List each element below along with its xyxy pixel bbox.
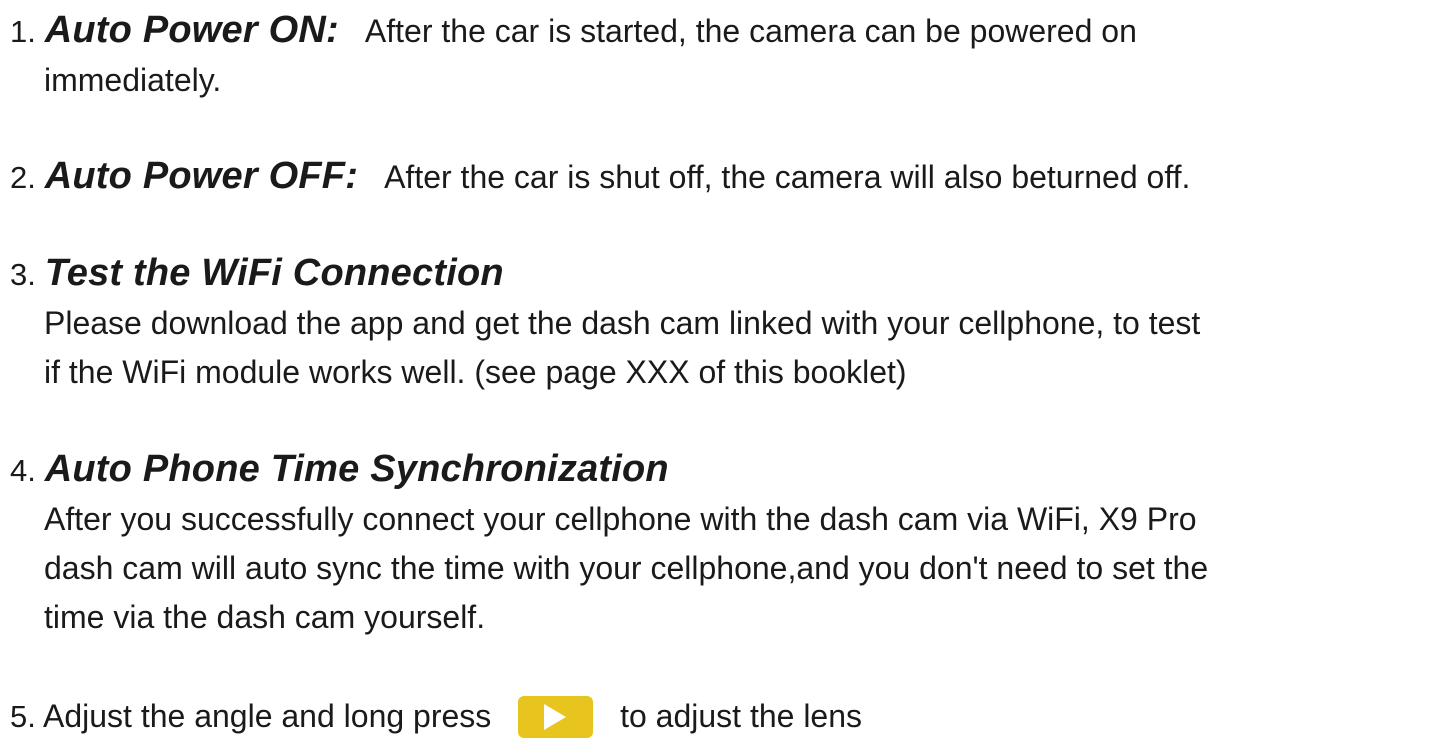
list-item-2: 2. Auto Power OFF: After the car is shut…: [10, 152, 1433, 202]
item-text: time via the dash cam yourself.: [44, 599, 486, 635]
item-text: dash cam will auto sync the time with yo…: [44, 550, 1209, 586]
item-text: After the car is shut off, the camera wi…: [384, 159, 1191, 195]
item-text: After the car is started, the camera can…: [364, 13, 1137, 49]
item-heading: Test the WiFi Connection: [44, 252, 504, 294]
item-4-heading-line: 4. Auto Phone Time Synchronization: [10, 445, 1433, 495]
item-heading: Auto Power ON:: [44, 9, 339, 51]
item-number: 5.: [10, 699, 36, 734]
item-number: 1.: [10, 14, 36, 49]
list-item-3: 3. Test the WiFi Connection Please downl…: [10, 249, 1433, 397]
item-number: 2.: [10, 160, 36, 195]
item-5-line: 5. Adjust the angle and long press to ad…: [10, 692, 1433, 741]
play-icon: [518, 695, 594, 738]
list-item-4: 4. Auto Phone Time Synchronization After…: [10, 445, 1433, 642]
item-1-second-line: immediately.: [44, 56, 1433, 105]
item-number: 4.: [10, 453, 36, 488]
item-4-body-line-2: dash cam will auto sync the time with yo…: [44, 544, 1433, 593]
item-2-first-line: 2. Auto Power OFF: After the car is shut…: [10, 152, 1433, 202]
item-3-body-line-2: if the WiFi module works well. (see page…: [44, 348, 1433, 397]
item-3-body-line-1: Please download the app and get the dash…: [44, 299, 1433, 348]
item-number: 3.: [10, 257, 36, 292]
item-text: if the WiFi module works well. (see page…: [44, 354, 907, 390]
item-heading: Auto Power OFF:: [44, 155, 359, 197]
item-heading: Auto Phone Time Synchronization: [44, 448, 669, 490]
list-item-1: 1. Auto Power ON: After the car is start…: [10, 6, 1433, 105]
item-text: Adjust the angle and long press: [42, 698, 492, 734]
item-text: immediately.: [44, 62, 222, 98]
item-3-heading-line: 3. Test the WiFi Connection: [10, 249, 1433, 299]
item-4-body-line-1: After you successfully connect your cell…: [44, 495, 1433, 544]
item-text: After you successfully connect your cell…: [44, 501, 1197, 537]
item-1-first-line: 1. Auto Power ON: After the car is start…: [10, 6, 1433, 56]
item-text: Please download the app and get the dash…: [44, 305, 1201, 341]
list-item-5: 5. Adjust the angle and long press to ad…: [10, 692, 1433, 741]
item-4-body-line-3: time via the dash cam yourself.: [44, 593, 1433, 642]
item-text: to adjust the lens: [620, 698, 863, 734]
